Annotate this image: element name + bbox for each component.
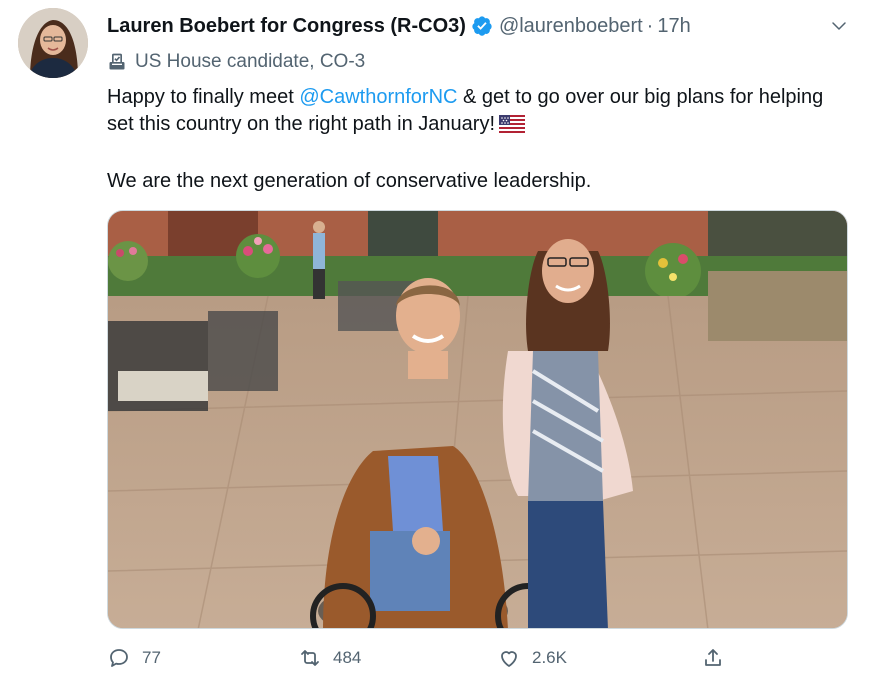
avatar-image <box>18 8 88 78</box>
account-label: US House candidate, CO-3 <box>107 50 365 74</box>
us-flag-icon <box>499 114 525 141</box>
tweet-timestamp[interactable]: 17h <box>657 15 690 38</box>
author-name[interactable]: Lauren Boebert for Congress (R-CO3) <box>107 15 466 38</box>
tweet-actions: 77 484 2.6K <box>100 640 740 676</box>
account-label-text: US House candidate, CO-3 <box>135 51 366 72</box>
ballot-box-icon <box>107 52 127 72</box>
tweet-text-prefix: Happy to finally meet <box>107 86 300 108</box>
reply-count: 77 <box>142 648 161 667</box>
like-count: 2.6K <box>532 648 567 667</box>
tweet-photo[interactable] <box>107 210 848 629</box>
separator-dot: · <box>646 14 654 37</box>
tweet-paragraph-1: Happy to finally meet @CawthornforNC & g… <box>107 84 847 141</box>
tweet-paragraph-2: We are the next generation of conservati… <box>107 170 592 192</box>
author-handle[interactable]: @laurenboebert <box>499 15 643 38</box>
heart-icon <box>496 645 522 671</box>
retweet-icon <box>297 645 323 671</box>
reply-icon <box>106 645 132 671</box>
share-button[interactable] <box>700 640 726 676</box>
retweet-button[interactable]: 484 <box>297 640 361 676</box>
retweet-count: 484 <box>333 648 362 667</box>
tweet-header: Lauren Boebert for Congress (R-CO3) @lau… <box>107 12 691 40</box>
verified-badge-icon <box>471 15 493 37</box>
share-icon <box>700 645 726 671</box>
mention-link[interactable]: @CawthornforNC <box>299 86 457 108</box>
chevron-down-icon[interactable] <box>827 14 851 38</box>
like-button[interactable]: 2.6K <box>496 640 567 676</box>
reply-button[interactable]: 77 <box>106 640 161 676</box>
tweet-text: Happy to finally meet @CawthornforNC & g… <box>107 84 847 195</box>
photo-image <box>108 211 847 628</box>
author-avatar[interactable] <box>18 8 88 78</box>
